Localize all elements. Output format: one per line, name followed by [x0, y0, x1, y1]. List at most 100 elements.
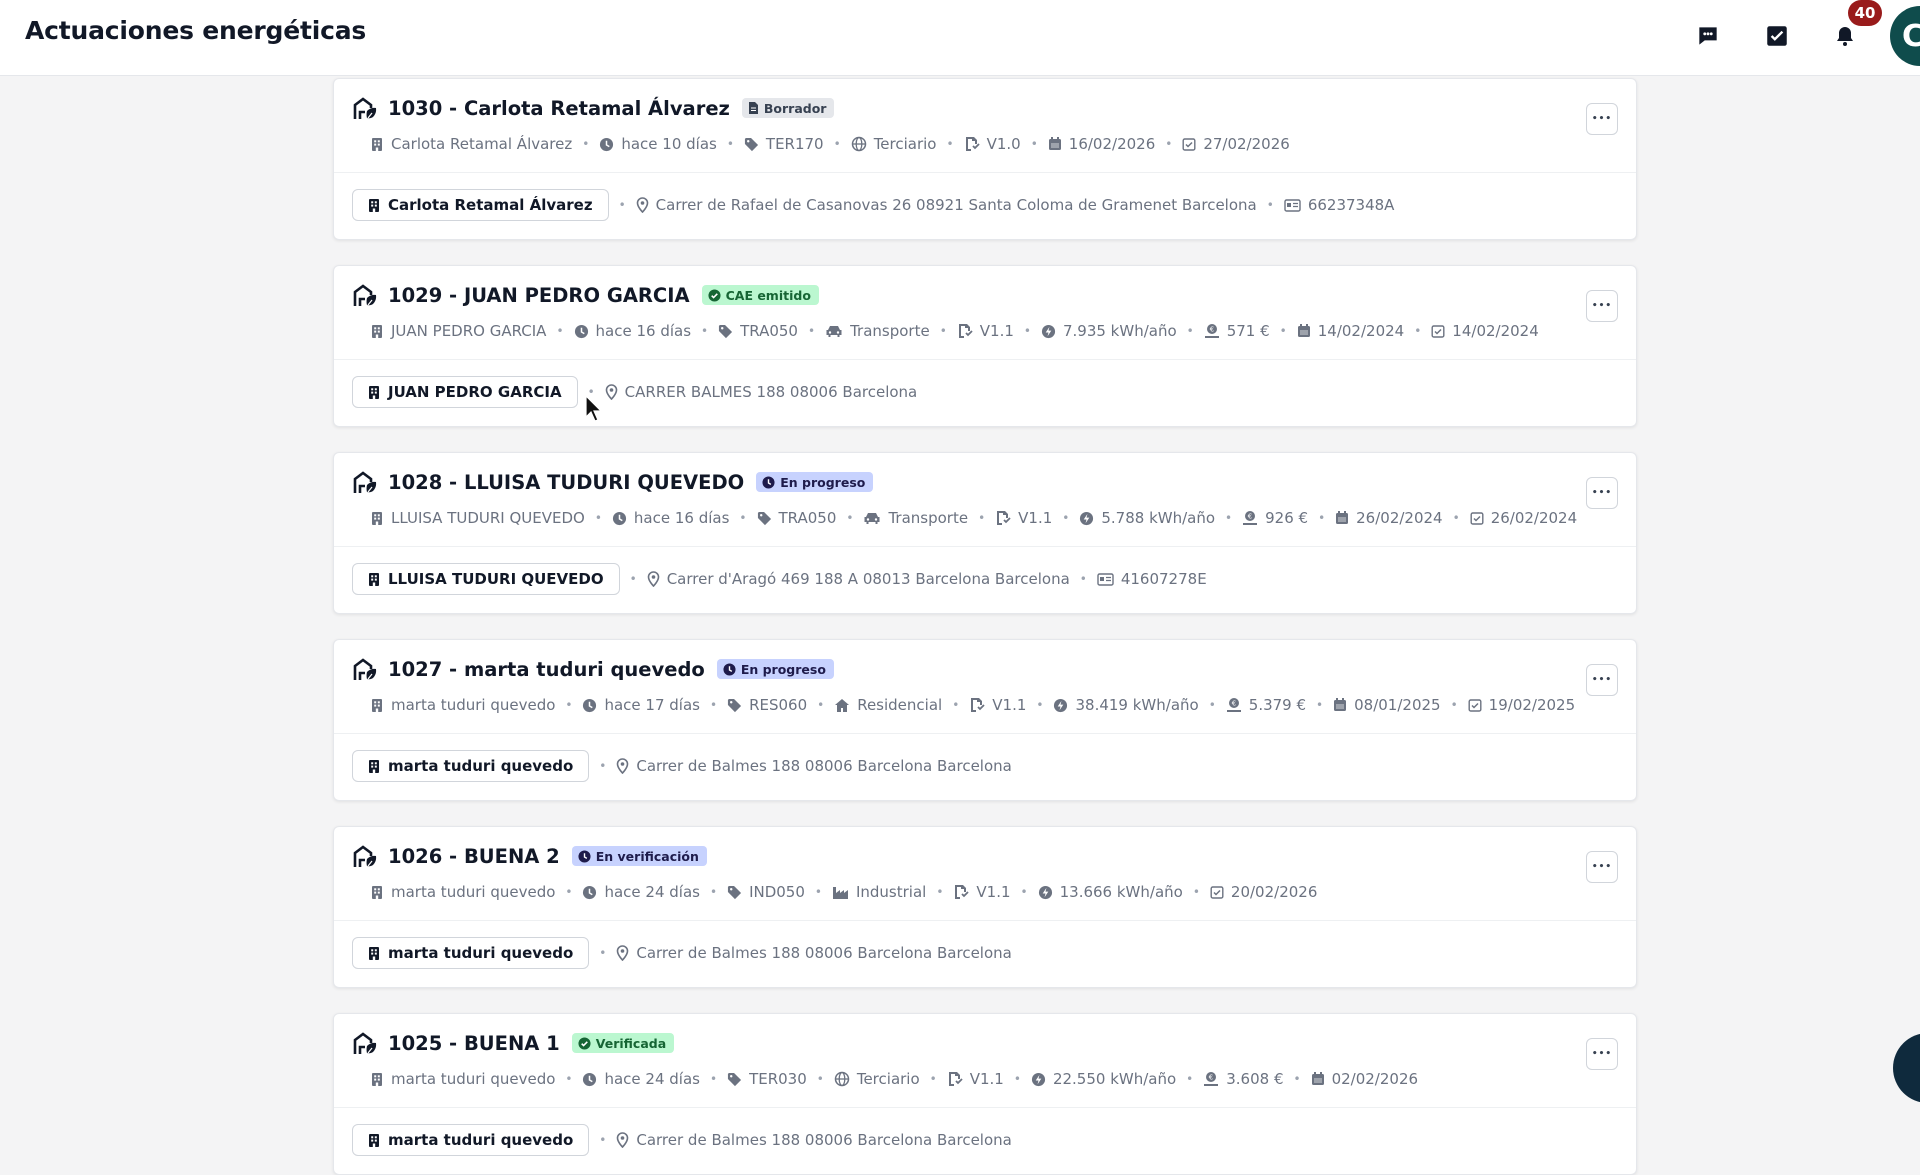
tag-icon — [757, 511, 779, 526]
meta-energy: 22.550 kWh/año — [1031, 1070, 1176, 1088]
clock-icon — [612, 511, 634, 526]
svg-text:€: € — [1209, 1074, 1213, 1082]
actuacion-card[interactable]: 1029 - JUAN PEDRO GARCIA CAE emitido JUAN … — [333, 265, 1637, 427]
actuacion-card[interactable]: 1026 - BUENA 2 En verificación marta tudur… — [333, 826, 1637, 988]
building-icon — [370, 698, 391, 713]
meta-energy: 13.666 kWh/año — [1038, 883, 1183, 901]
card-divider — [334, 546, 1636, 547]
location-pin-icon — [616, 1132, 636, 1148]
card-title[interactable]: 1026 - BUENA 2 — [388, 845, 560, 868]
ellipsis-icon: ••• — [1591, 488, 1613, 498]
footer-address-text: Carrer de Balmes 188 08006 Barcelona Bar… — [636, 757, 1012, 775]
client-chip[interactable]: marta tuduri quevedo — [352, 1124, 590, 1156]
check-circle-icon — [708, 288, 726, 302]
meta-amount: €571 € — [1204, 322, 1270, 340]
meta-sector-text: Residencial — [857, 696, 943, 714]
separator-dot: • — [726, 137, 734, 151]
meta-date-end-text: 14/02/2024 — [1452, 322, 1539, 340]
separator-dot: • — [709, 1072, 718, 1086]
footer-id: 66237348A — [1284, 196, 1394, 214]
card-meta-row: marta tuduri quevedo • hace 17 días • RES060… — [370, 696, 1575, 714]
bell-icon[interactable] — [1831, 22, 1859, 50]
meta-energy-text: 7.935 kWh/año — [1062, 322, 1177, 340]
card-meta-row: JUAN PEDRO GARCIA • hace 16 días • TRA050 • Tr… — [370, 322, 1539, 340]
calendar-check-icon — [1468, 698, 1489, 712]
task-check-icon[interactable] — [1763, 22, 1791, 50]
actuacion-card[interactable]: 1030 - Carlota Retamal Álvarez Borrador Ca… — [333, 78, 1637, 240]
meta-time-text: hace 16 días — [595, 322, 692, 340]
more-options-button[interactable]: ••• — [1586, 103, 1618, 135]
meta-code-text: TRA050 — [778, 509, 837, 527]
clock-icon — [599, 137, 621, 152]
separator-dot: • — [618, 198, 626, 212]
footer-address: Carrer de Balmes 188 08006 Barcelona Bar… — [616, 944, 1012, 962]
meta-sector: Terciario — [834, 1070, 920, 1088]
ellipsis-icon: ••• — [1591, 675, 1613, 685]
actuacion-card[interactable]: 1025 - BUENA 1 Verificada marta tuduri que… — [333, 1013, 1637, 1175]
meta-sector: Industrial — [832, 883, 926, 901]
globe-icon — [851, 136, 874, 152]
footer-address: Carrer de Balmes 188 08006 Barcelona Bar… — [616, 757, 1012, 775]
meta-time: hace 16 días — [612, 509, 729, 527]
separator-dot: • — [978, 511, 986, 525]
more-options-button[interactable]: ••• — [1586, 477, 1618, 509]
energy-icon — [1031, 1072, 1053, 1087]
help-widget-button[interactable] — [1893, 1033, 1920, 1103]
meta-date-start-text: 26/02/2024 — [1356, 509, 1443, 527]
client-chip[interactable]: Carlota Retamal Álvarez — [352, 189, 609, 221]
chat-icon[interactable] — [1694, 22, 1722, 50]
meta-date-start: 14/02/2024 — [1297, 322, 1404, 340]
status-badge: En progreso — [756, 472, 874, 492]
status-badge: CAE emitido — [701, 285, 819, 305]
energy-saving-icon — [352, 469, 378, 495]
separator-dot: • — [565, 1072, 573, 1086]
meta-version: V1.1 — [995, 509, 1052, 527]
meta-time-text: hace 17 días — [604, 696, 700, 714]
calendar-icon — [1311, 1072, 1332, 1086]
home-icon — [834, 698, 857, 713]
card-title[interactable]: 1030 - Carlota Retamal Álvarez — [388, 97, 730, 120]
meta-version: V1.1 — [953, 883, 1011, 901]
footer-id-text: 41607278E — [1120, 570, 1207, 588]
separator-dot: • — [1020, 885, 1028, 899]
footer-address: CARRER BALMES 188 08006 Barcelona — [605, 383, 917, 401]
meta-sector: Transporte — [863, 509, 968, 527]
card-title[interactable]: 1025 - BUENA 1 — [388, 1032, 560, 1055]
card-title[interactable]: 1027 - marta tuduri quevedo — [388, 658, 705, 681]
meta-energy: 7.935 kWh/año — [1041, 322, 1177, 340]
meta-amount-text: 926 € — [1265, 509, 1309, 527]
actuacion-card[interactable]: 1028 - LLUISA TUDURI QUEVEDO En progreso L… — [333, 452, 1637, 614]
card-title[interactable]: 1029 - JUAN PEDRO GARCIA — [388, 284, 690, 307]
energy-saving-icon — [352, 95, 378, 121]
clock-icon — [574, 324, 596, 339]
more-options-button[interactable]: ••• — [1586, 290, 1618, 322]
separator-dot: • — [1452, 511, 1460, 525]
separator-dot: • — [565, 885, 573, 899]
actuacion-card[interactable]: 1027 - marta tuduri quevedo En progreso ma… — [333, 639, 1637, 801]
card-divider — [334, 359, 1636, 360]
client-chip[interactable]: marta tuduri quevedo — [352, 937, 590, 969]
client-chip[interactable]: JUAN PEDRO GARCIA — [352, 376, 578, 408]
avatar[interactable]: C — [1890, 6, 1920, 66]
calendar-icon — [1048, 137, 1069, 151]
status-badge: Borrador — [741, 98, 835, 118]
meta-energy-text: 22.550 kWh/año — [1052, 1070, 1177, 1088]
meta-time-text: hace 24 días — [604, 883, 700, 901]
client-chip[interactable]: marta tuduri quevedo — [352, 750, 590, 782]
meta-amount: €5.379 € — [1226, 696, 1306, 714]
separator-dot: • — [807, 324, 816, 338]
footer-address: Carrer de Rafael de Casanovas 26 08921 S… — [636, 196, 1257, 214]
meta-code: IND050 — [727, 883, 805, 901]
meta-version-text: V1.1 — [992, 696, 1027, 714]
client-chip[interactable]: LLUISA TUDURI QUEVEDO — [352, 563, 620, 595]
more-options-button[interactable]: ••• — [1586, 1038, 1618, 1070]
meta-client-text: marta tuduri quevedo — [391, 696, 556, 714]
more-options-button[interactable]: ••• — [1586, 851, 1618, 883]
meta-version-text: V1.1 — [979, 322, 1014, 340]
meta-sector-text: Terciario — [873, 135, 937, 153]
more-options-button[interactable]: ••• — [1586, 664, 1618, 696]
footer-address-text: Carrer de Balmes 188 08006 Barcelona Bar… — [636, 1131, 1012, 1149]
tag-icon — [727, 1072, 749, 1087]
meta-date-end-text: 20/02/2026 — [1230, 883, 1318, 901]
card-title[interactable]: 1028 - LLUISA TUDURI QUEVEDO — [388, 471, 744, 494]
